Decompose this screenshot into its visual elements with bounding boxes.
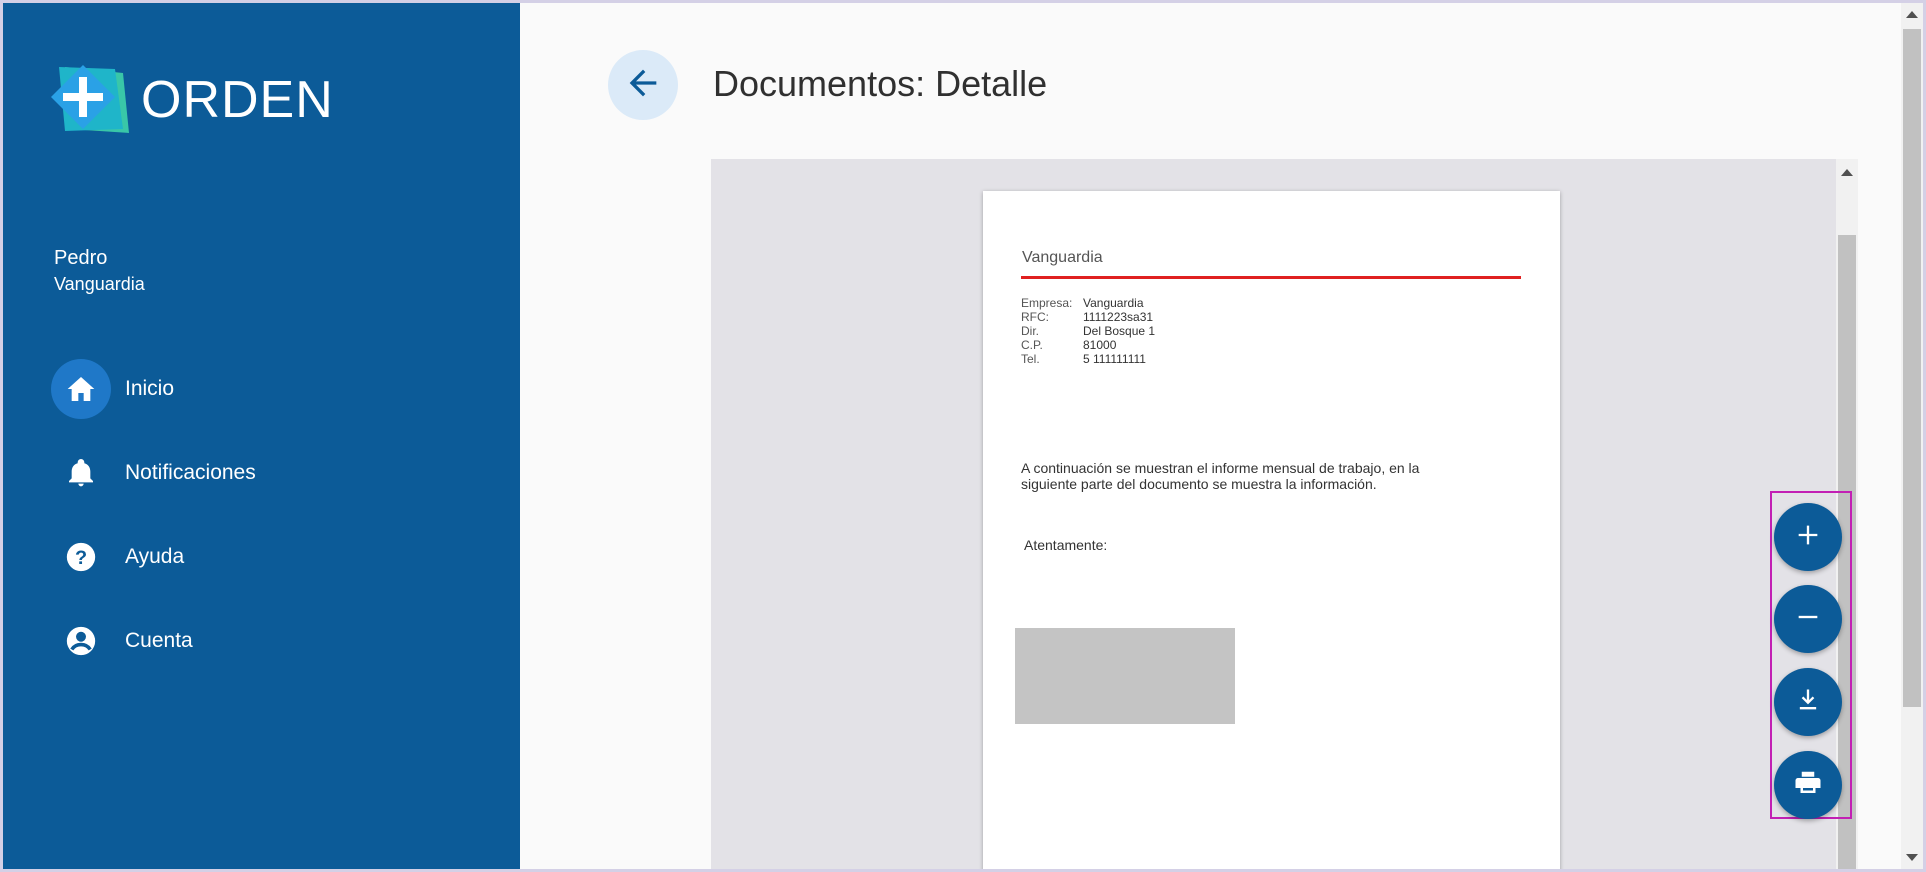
zoom-in-icon xyxy=(1794,521,1822,554)
sidebar-item-label: Cuenta xyxy=(125,629,193,652)
account-icon xyxy=(51,611,111,671)
download-icon xyxy=(1794,686,1822,719)
document-field: Tel. 5 111111111 xyxy=(1021,352,1146,366)
user-company: Vanguardia xyxy=(54,274,145,294)
document-viewer[interactable]: Vanguardia Empresa: Vanguardia RFC: 1111… xyxy=(711,159,1858,869)
page-title: Documentos: Detalle xyxy=(713,63,1048,104)
logo-icon xyxy=(45,63,135,137)
user-first-name: Pedro xyxy=(54,247,108,269)
logo: ORDEN xyxy=(45,63,334,137)
document-signature-label: Atentamente: xyxy=(1024,537,1108,553)
sidebar-item-label: Notificaciones xyxy=(125,461,256,484)
sidebar-item-cuenta[interactable]: Cuenta xyxy=(51,611,256,671)
page-scrollbar[interactable] xyxy=(1901,3,1923,869)
user-info: Pedro Vanguardia xyxy=(54,247,145,295)
document-field: C.P. 81000 xyxy=(1021,338,1117,352)
sidebar-item-label: Ayuda xyxy=(125,545,185,568)
scroll-up-icon[interactable] xyxy=(1906,11,1918,18)
document-field: RFC: 1111223sa31 xyxy=(1021,310,1154,324)
svg-text:?: ? xyxy=(75,547,87,569)
sidebar-item-inicio[interactable]: Inicio xyxy=(51,359,256,419)
home-icon xyxy=(51,359,111,419)
document-field: Dir. Del Bosque 1 xyxy=(1021,324,1156,338)
document-body-text: A continuación se muestran el informe me… xyxy=(1021,460,1420,492)
sidebar-nav: Inicio Notificaciones ? Ayuda Cuenta xyxy=(51,359,256,695)
document-divider xyxy=(1021,276,1521,279)
logo-text: ORDEN xyxy=(141,71,334,129)
scroll-down-icon[interactable] xyxy=(1906,854,1918,861)
document-actions xyxy=(1770,491,1852,819)
sidebar-item-ayuda[interactable]: ? Ayuda xyxy=(51,527,256,587)
sidebar-item-label: Inicio xyxy=(125,377,175,400)
zoom-in-button[interactable] xyxy=(1774,503,1842,571)
document-company-header: Vanguardia xyxy=(1022,249,1103,266)
arrow-left-icon xyxy=(623,63,663,108)
sidebar: ORDEN Pedro Vanguardia Inicio Notificaci… xyxy=(3,3,520,869)
download-button[interactable] xyxy=(1774,668,1842,736)
document-image-placeholder xyxy=(1015,628,1235,724)
zoom-out-icon xyxy=(1794,603,1822,636)
back-button[interactable] xyxy=(608,50,678,120)
bell-icon xyxy=(51,443,111,503)
help-icon: ? xyxy=(51,527,111,587)
scroll-up-icon[interactable] xyxy=(1841,169,1853,176)
document-page: Vanguardia Empresa: Vanguardia RFC: 1111… xyxy=(983,191,1560,869)
sidebar-item-notificaciones[interactable]: Notificaciones xyxy=(51,443,256,503)
zoom-out-button[interactable] xyxy=(1774,585,1842,653)
page-scroll-thumb[interactable] xyxy=(1903,29,1921,707)
document-field: Empresa: Vanguardia xyxy=(1021,296,1144,310)
print-icon xyxy=(1793,768,1823,803)
document-fields: Empresa: Vanguardia RFC: 1111223sa31 Dir… xyxy=(1021,296,1155,366)
print-button[interactable] xyxy=(1774,751,1842,819)
